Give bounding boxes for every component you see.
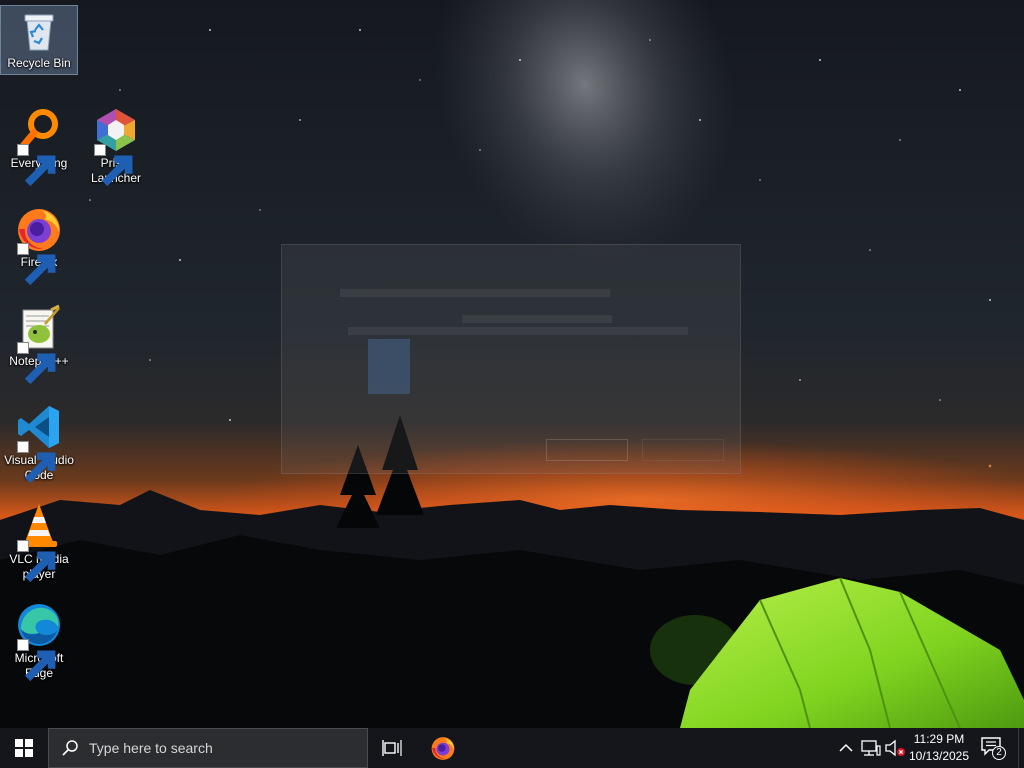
clock-time: 11:29 PM	[913, 732, 965, 746]
vscode-icon	[15, 403, 63, 484]
notification-count-badge: 2	[992, 746, 1006, 760]
faded-text-line	[340, 289, 610, 297]
vlc-icon	[15, 502, 63, 583]
volume-muted-icon[interactable]	[884, 738, 906, 758]
notepad-plus-plus-icon	[15, 304, 63, 385]
shortcut-arrow-icon	[17, 441, 56, 484]
firefox-icon	[15, 205, 63, 286]
faded-text-line	[462, 315, 612, 323]
shortcut-arrow-icon	[94, 144, 133, 187]
prism-launcher-icon	[92, 106, 140, 187]
task-view-icon	[382, 740, 402, 756]
desktop-icon-label: Recycle Bin	[7, 56, 71, 70]
desktop-icon-recycle-bin[interactable]: Recycle Bin	[0, 5, 78, 75]
shortcut-arrow-icon	[17, 540, 56, 583]
shortcut-arrow-icon	[17, 342, 56, 385]
start-button[interactable]	[0, 728, 48, 768]
network-icon[interactable]	[860, 738, 882, 758]
edge-icon	[15, 601, 63, 682]
desktop-icon-prism-launcher[interactable]: Prism Launcher	[78, 106, 154, 187]
faded-dialog-overlay	[281, 244, 741, 474]
clock-date: 10/13/2025	[908, 749, 970, 763]
desktop-icon-edge[interactable]: Microsoft Edge	[1, 601, 77, 682]
search-placeholder: Type here to search	[89, 740, 213, 756]
desktop-icon-notepad-plus-plus[interactable]: Notepad++	[1, 304, 77, 385]
desktop-icon-everything[interactable]: Everything	[1, 106, 77, 187]
everything-search-icon	[15, 106, 63, 187]
taskbar-search-box[interactable]: Type here to search	[48, 728, 368, 768]
faded-button	[546, 439, 628, 461]
search-icon	[62, 740, 78, 756]
taskbar-firefox-button[interactable]	[420, 728, 466, 768]
desktop-icon-vlc[interactable]: VLC media player	[1, 502, 77, 583]
faded-text-line	[348, 327, 688, 335]
task-view-button[interactable]	[370, 728, 414, 768]
show-desktop-button[interactable]	[1018, 728, 1024, 768]
recycle-bin-icon	[15, 6, 63, 54]
faded-button	[642, 439, 724, 461]
faded-thumbnail	[368, 339, 410, 394]
desktop-icon-vscode[interactable]: Visual Studio Code	[1, 403, 77, 484]
taskbar: Type here to search 11:29 PM 10/13/2025 …	[0, 728, 1024, 768]
shortcut-arrow-icon	[17, 639, 56, 682]
shortcut-arrow-icon	[17, 243, 56, 286]
chevron-up-icon[interactable]	[836, 738, 856, 758]
firefox-icon	[431, 737, 455, 760]
taskbar-clock[interactable]: 11:29 PM 10/13/2025	[906, 731, 972, 765]
windows-logo-icon	[15, 739, 33, 757]
shortcut-arrow-icon	[17, 144, 56, 187]
action-center-button[interactable]: 2	[980, 736, 1008, 760]
desktop-icon-firefox[interactable]: Firefox	[1, 205, 77, 286]
